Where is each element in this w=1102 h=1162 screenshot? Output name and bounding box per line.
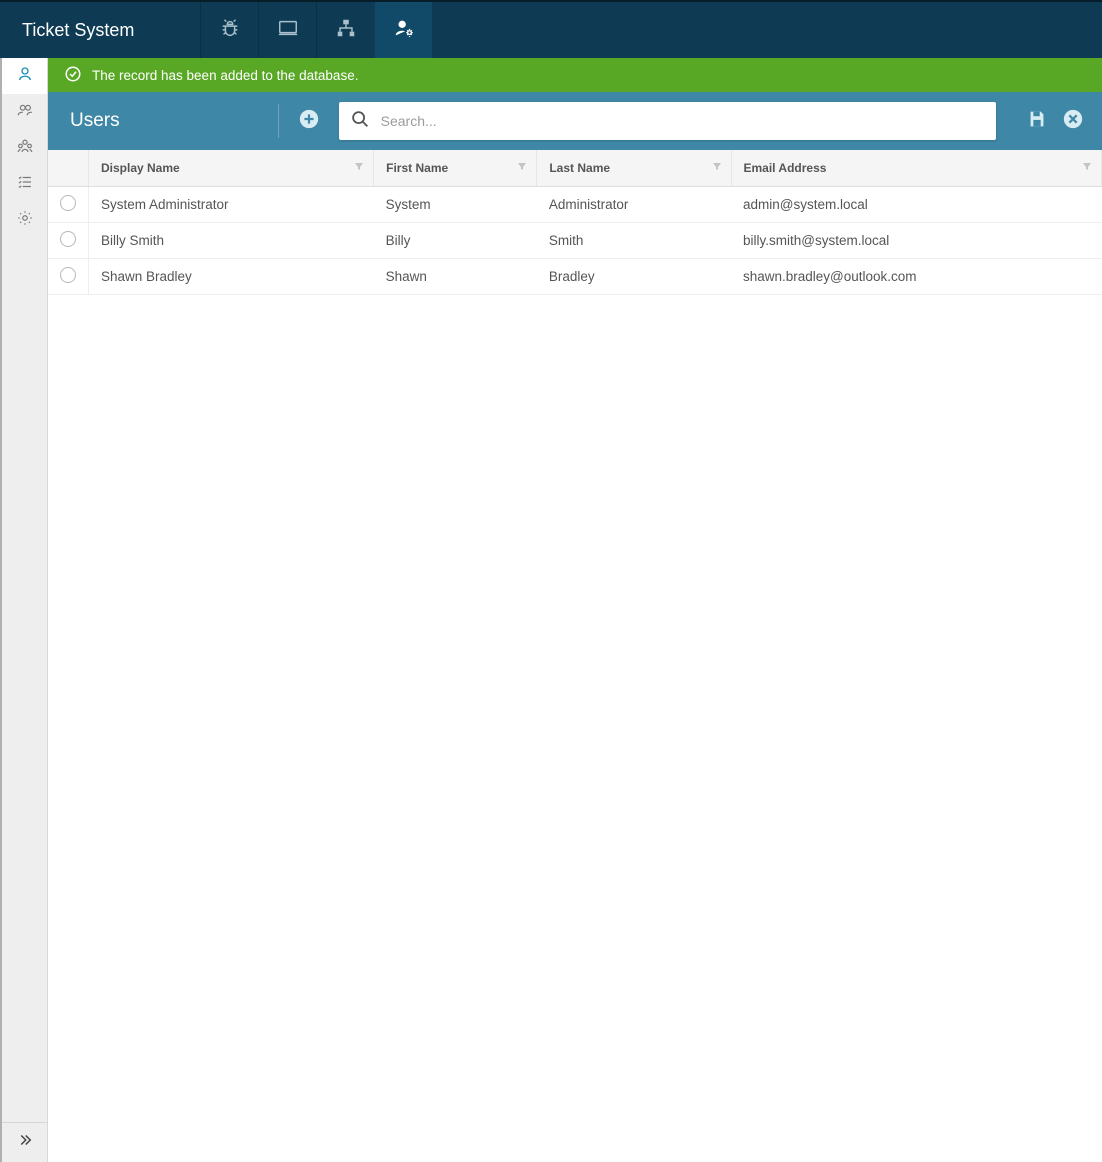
main-content: The record has been added to the databas… [48, 58, 1102, 1162]
table-row[interactable]: Shawn BradleyShawnBradleyshawn.bradley@o… [48, 258, 1102, 294]
row-select-radio[interactable] [60, 267, 76, 283]
nav-desktop[interactable] [258, 2, 316, 58]
check-circle-icon [64, 65, 92, 86]
nav-org[interactable] [316, 2, 374, 58]
checklist-icon [16, 173, 34, 196]
close-button[interactable] [1062, 103, 1084, 139]
close-circle-icon [1062, 108, 1084, 135]
side-rail [0, 58, 48, 1162]
search-icon [349, 108, 381, 135]
cell-last-name: Bradley [537, 258, 731, 294]
cell-email: billy.smith@system.local [731, 222, 1102, 258]
team-icon [16, 137, 34, 160]
col-email[interactable]: Email Address [731, 150, 1102, 186]
side-settings[interactable] [2, 202, 47, 238]
account-button[interactable] [1044, 2, 1102, 58]
desktop-icon [277, 17, 299, 44]
cell-email: shawn.bradley@outlook.com [731, 258, 1102, 294]
side-user[interactable] [2, 58, 47, 94]
select-column-header [48, 150, 89, 186]
topbar-right [986, 2, 1102, 58]
search-input[interactable] [381, 113, 986, 129]
side-checklist[interactable] [2, 166, 47, 202]
plus-circle-icon [298, 108, 320, 135]
save-button[interactable] [1026, 103, 1048, 139]
user-gear-icon [393, 17, 415, 44]
bug-icon [219, 17, 241, 44]
side-users[interactable] [2, 94, 47, 130]
nav-bugs[interactable] [200, 2, 258, 58]
topbar: Ticket System [0, 0, 1102, 58]
app-title: Ticket System [0, 2, 200, 58]
cell-last-name: Smith [537, 222, 731, 258]
table-row[interactable]: System AdministratorSystemAdministratora… [48, 186, 1102, 222]
col-first-name[interactable]: First Name [374, 150, 537, 186]
col-last-name[interactable]: Last Name [537, 150, 731, 186]
table-header-row: Display Name First Name Last Name E [48, 150, 1102, 186]
cell-last-name: Administrator [537, 186, 731, 222]
side-team[interactable] [2, 130, 47, 166]
nav-user-admin[interactable] [374, 2, 432, 58]
row-select-radio[interactable] [60, 195, 76, 211]
save-icon [1026, 108, 1048, 135]
banner-message: The record has been added to the databas… [92, 68, 358, 83]
row-select-radio[interactable] [60, 231, 76, 247]
cell-display-name: Shawn Bradley [89, 258, 374, 294]
top-nav [200, 2, 432, 58]
cell-first-name: Billy [374, 222, 537, 258]
expand-sidebar-button[interactable] [2, 1122, 47, 1162]
page-header: Users [48, 92, 1102, 150]
add-button[interactable] [291, 103, 327, 139]
filter-icon[interactable] [353, 160, 365, 175]
filter-icon[interactable] [711, 160, 723, 175]
notifications-button[interactable] [986, 2, 1044, 58]
chevrons-right-icon [16, 1131, 34, 1154]
cell-display-name: System Administrator [89, 186, 374, 222]
sitemap-icon [335, 17, 357, 44]
cell-first-name: System [374, 186, 537, 222]
gear-icon [16, 209, 34, 232]
table-row[interactable]: Billy SmithBillySmithbilly.smith@system.… [48, 222, 1102, 258]
cell-display-name: Billy Smith [89, 222, 374, 258]
users-grid: Display Name First Name Last Name E [48, 150, 1102, 1162]
search-box[interactable] [339, 102, 996, 140]
col-display-name[interactable]: Display Name [89, 150, 374, 186]
cell-first-name: Shawn [374, 258, 537, 294]
users-icon [16, 101, 34, 124]
success-banner: The record has been added to the databas… [48, 58, 1102, 92]
filter-icon[interactable] [516, 160, 528, 175]
cell-email: admin@system.local [731, 186, 1102, 222]
filter-icon[interactable] [1081, 160, 1093, 175]
page-title: Users [70, 110, 120, 132]
user-icon [16, 65, 34, 88]
